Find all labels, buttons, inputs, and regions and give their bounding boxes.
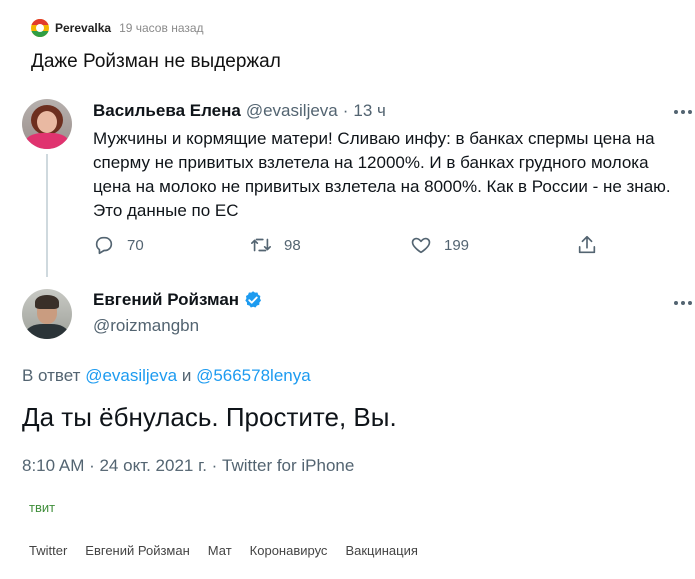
reply-to: В ответ @evasiljeva и @566578lenya	[22, 366, 311, 386]
reply-and: и	[181, 366, 192, 385]
tag-twitter[interactable]: Twitter	[29, 543, 67, 558]
retweet-action[interactable]: 98	[250, 234, 301, 256]
tweet1-user-row: Васильева Елена @evasiljeva · 13 ч	[93, 101, 386, 121]
tweet2-handle[interactable]: @roizmangbn	[93, 316, 199, 336]
tag-coronavirus[interactable]: Коронавирус	[250, 543, 328, 558]
tweet1-text: Мужчины и кормящие матери! Сливаю инфу: …	[93, 129, 671, 220]
tweet2-user-row: Евгений Ройзман	[93, 290, 263, 310]
post-header: Perevalka 19 часов назад	[31, 18, 204, 38]
tweet2-display-name[interactable]: Евгений Ройзман	[93, 290, 239, 310]
tweet1-handle[interactable]: @evasiljeva	[246, 101, 338, 121]
post-title: Даже Ройзман не выдержал	[31, 51, 281, 72]
verified-icon	[245, 291, 262, 308]
thread-line	[46, 154, 48, 277]
more-icon[interactable]	[674, 300, 692, 306]
mention-evasiljeva[interactable]: @evasiljeva	[85, 366, 177, 385]
reply-count: 70	[127, 236, 144, 254]
mention-566578lenya[interactable]: @566578lenya	[196, 366, 311, 385]
tweet1-display-name[interactable]: Васильева Елена	[93, 101, 241, 121]
tweet-fade	[0, 470, 695, 480]
tweet1-time[interactable]: 13 ч	[353, 101, 386, 121]
more-icon[interactable]	[674, 109, 692, 115]
reply-prefix: В ответ	[22, 366, 81, 385]
post-label: твит	[29, 500, 56, 515]
tag-vaccination[interactable]: Вакцинация	[345, 543, 417, 558]
tweet1-actions: 70 98 199	[93, 234, 613, 258]
community-icon[interactable]	[31, 19, 49, 37]
avatar-roizman[interactable]	[22, 289, 72, 339]
share-action[interactable]	[576, 234, 598, 256]
avatar-elena[interactable]	[22, 99, 72, 149]
tag-roizman[interactable]: Евгений Ройзман	[85, 543, 189, 558]
tweet2-text: Да ты ёбнулась. Простите, Вы.	[22, 402, 397, 432]
like-count: 199	[444, 236, 470, 254]
tweet-embed[interactable]: Васильева Елена @evasiljeva · 13 ч Мужчи…	[0, 88, 695, 478]
tag-list: Twitter Евгений Ройзман Мат Коронавирус …	[29, 543, 436, 558]
tag-mat[interactable]: Мат	[208, 543, 232, 558]
community-name[interactable]: Perevalka	[55, 21, 111, 35]
retweet-icon	[251, 238, 271, 252]
reply-icon	[95, 236, 113, 255]
retweet-count: 98	[284, 236, 301, 254]
like-icon	[411, 237, 431, 254]
share-icon	[578, 235, 596, 254]
tweet1-separator: ·	[342, 101, 349, 120]
post-time: 19 часов назад	[119, 21, 204, 35]
like-action[interactable]: 199	[410, 234, 469, 256]
reply-action[interactable]: 70	[93, 234, 144, 256]
